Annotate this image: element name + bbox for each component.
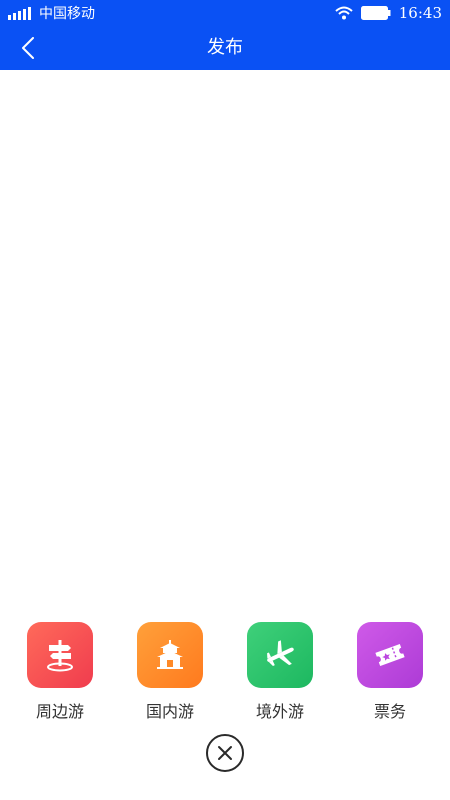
battery-icon xyxy=(360,6,391,20)
page-title: 发布 xyxy=(207,37,243,58)
menu-item-domestic-tour[interactable]: 国内游 xyxy=(130,622,210,722)
content-area xyxy=(0,70,450,610)
ticket-icon xyxy=(375,643,405,667)
wifi-icon xyxy=(335,6,353,20)
clock: 16:43 xyxy=(398,4,442,22)
menu-item-nearby-tour[interactable]: 周边游 xyxy=(20,622,100,722)
close-button[interactable] xyxy=(206,734,244,772)
airplane-icon xyxy=(267,640,294,666)
pagoda-icon xyxy=(157,640,183,669)
status-bar: 中国移动 16:43 xyxy=(0,0,450,26)
carrier-name: 中国移动 xyxy=(39,6,95,22)
menu-item-overseas-tour[interactable]: 境外游 xyxy=(240,622,320,722)
signpost-icon xyxy=(47,640,73,672)
publish-menu: 周边游 国内游 境外游 票务 xyxy=(0,622,450,722)
menu-label: 国内游 xyxy=(145,702,194,721)
menu-item-tickets[interactable]: 票务 xyxy=(350,622,430,722)
menu-label: 周边游 xyxy=(35,702,84,721)
menu-tile[interactable] xyxy=(137,622,203,688)
menu-tile[interactable] xyxy=(357,622,423,688)
signal-strength-icon xyxy=(8,6,31,20)
menu-tile[interactable] xyxy=(247,622,313,688)
menu-label: 票务 xyxy=(373,702,406,721)
menu-tile[interactable] xyxy=(27,622,93,688)
close-icon xyxy=(218,746,232,760)
title-bar: 发布 xyxy=(0,26,450,70)
menu-label: 境外游 xyxy=(255,702,304,721)
